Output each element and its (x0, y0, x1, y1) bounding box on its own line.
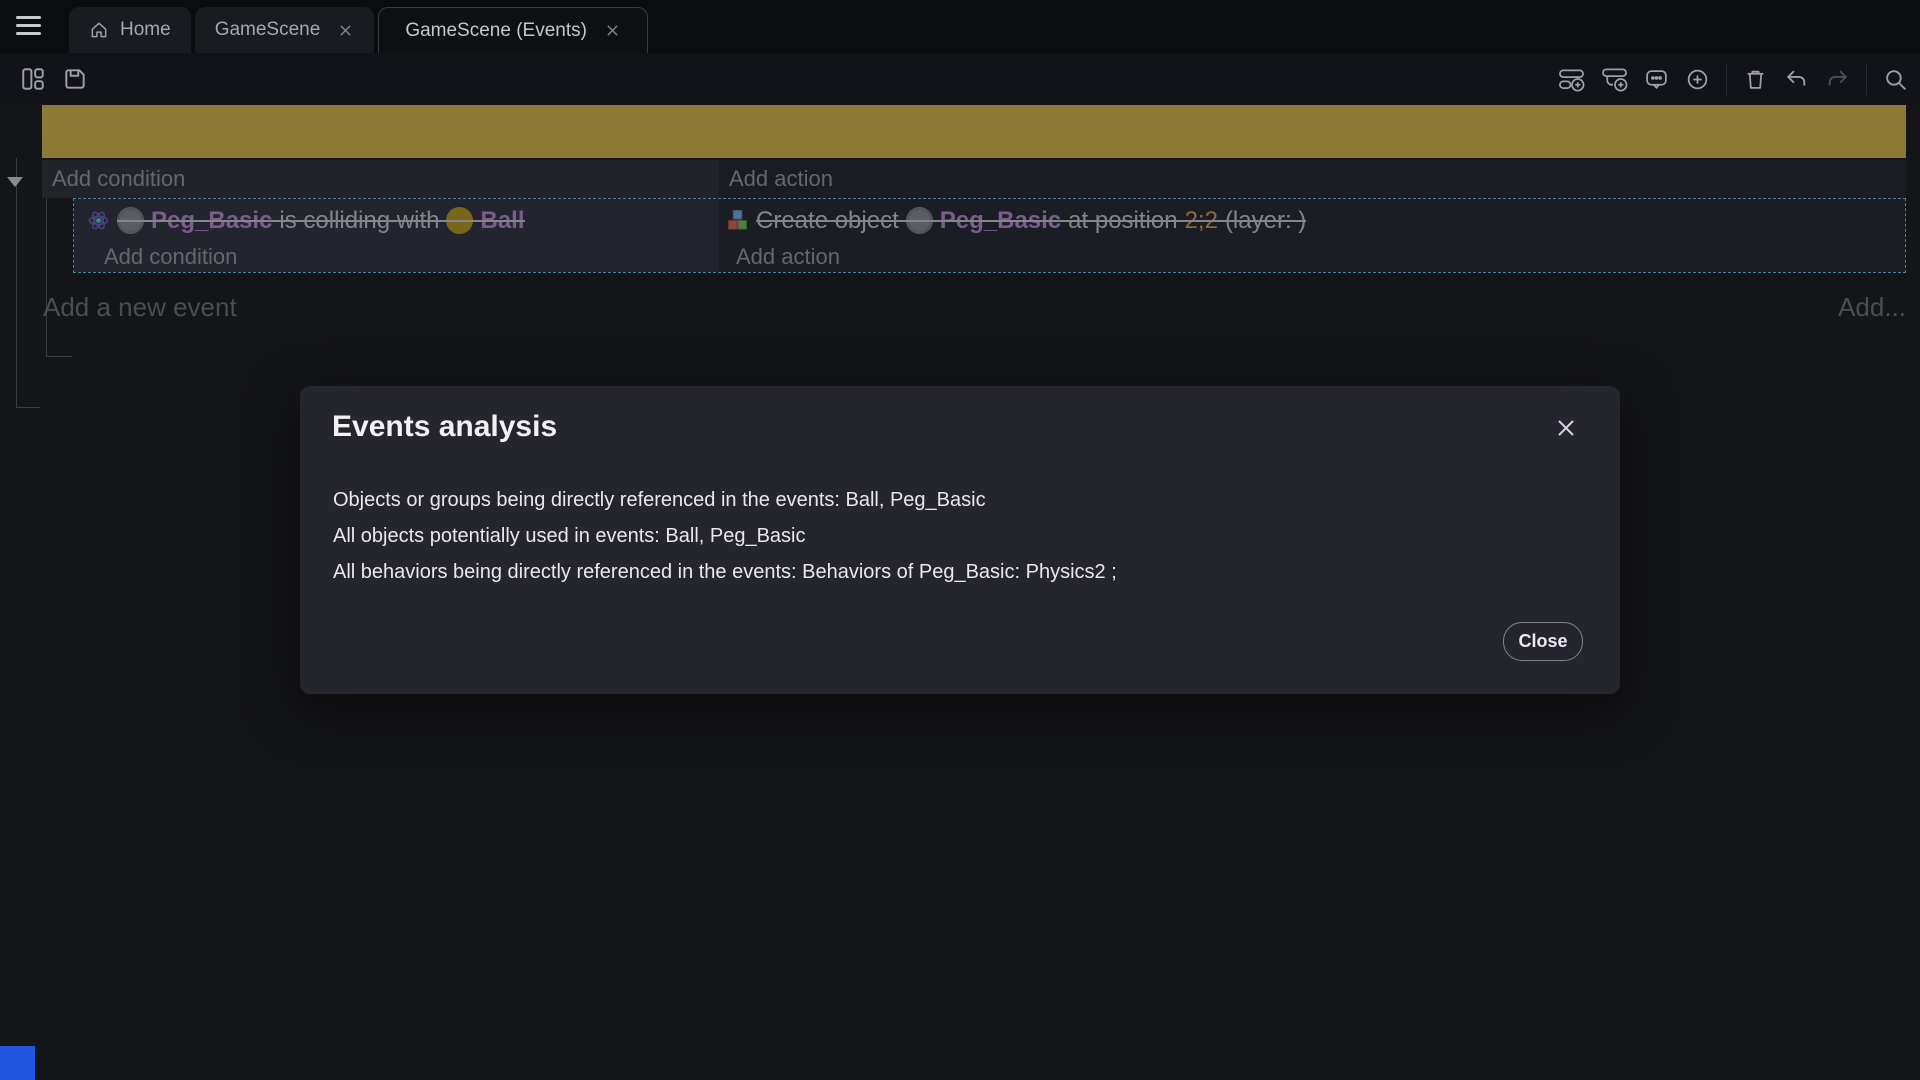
toolbar-left-group (20, 53, 88, 105)
analysis-line: All objects potentially used in events: … (333, 518, 1117, 554)
toolbar-right-group (1558, 53, 1908, 105)
add-event-icon[interactable] (1558, 66, 1585, 93)
subevent-conditions-cell[interactable]: Peg_Basic is colliding with Ball Add con… (74, 199, 719, 272)
toolbar-divider (1726, 63, 1727, 95)
tab-strip: Home GameScene GameScene (Events) (69, 7, 648, 53)
tab-bar: Home GameScene GameScene (Events) (0, 0, 1920, 53)
close-icon[interactable] (337, 22, 354, 39)
selected-subevent[interactable]: Peg_Basic is colliding with Ball Add con… (73, 198, 1906, 273)
subevent-add-condition[interactable]: Add condition (87, 242, 719, 272)
tab-home-label: Home (120, 19, 171, 41)
condition-middle-text: is colliding with (279, 207, 439, 235)
dialog-close-icon[interactable] (1554, 416, 1578, 440)
tab-home[interactable]: Home (69, 7, 191, 53)
tree-guide-line (16, 407, 40, 408)
redo-icon[interactable] (1825, 67, 1850, 92)
add-action-link[interactable]: Add action (719, 160, 1906, 198)
search-icon[interactable] (1883, 67, 1908, 92)
toolbar-divider (1866, 63, 1867, 95)
add-more-link[interactable]: Add... (1838, 292, 1906, 323)
condition-object2: Ball (480, 207, 524, 235)
dialog-title: Events analysis (332, 410, 557, 444)
ball-object-icon (446, 207, 473, 234)
add-subevent-icon[interactable] (1601, 66, 1628, 93)
event-row: Add condition Add action (42, 160, 1906, 198)
events-analysis-dialog: Events analysis Objects or groups being … (300, 386, 1620, 694)
dialog-body: Objects or groups being directly referen… (333, 482, 1117, 590)
action-text-1: Create object (756, 207, 899, 235)
action-text-3: (layer: ) (1225, 207, 1306, 235)
tab-gamescene-events-label: GameScene (Events) (405, 20, 587, 42)
close-icon[interactable] (604, 22, 621, 39)
subevent-actions-cell[interactable]: Create object Peg_Basic at position 2;2 … (719, 199, 1905, 272)
analysis-line: Objects or groups being directly referen… (333, 482, 1117, 518)
delete-icon[interactable] (1743, 67, 1768, 92)
tab-gamescene-label: GameScene (215, 19, 321, 41)
tree-guide-line (16, 158, 17, 408)
add-condition-link[interactable]: Add condition (42, 160, 719, 198)
condition-row[interactable]: Peg_Basic is colliding with Ball (87, 199, 719, 242)
add-circle-icon[interactable] (1685, 67, 1710, 92)
action-text-2: at position (1068, 207, 1177, 235)
peg-basic-object-icon (117, 207, 144, 234)
action-row[interactable]: Create object Peg_Basic at position 2;2 … (726, 199, 1905, 242)
tab-gamescene[interactable]: GameScene (195, 7, 375, 53)
home-icon (89, 20, 109, 40)
subevent-add-action[interactable]: Add action (726, 242, 1905, 272)
add-new-event-link[interactable]: Add a new event (43, 292, 237, 323)
undo-icon[interactable] (1784, 67, 1809, 92)
create-object-icon (726, 209, 749, 232)
tree-guide-line (46, 356, 72, 357)
add-action-link[interactable]: Add action (726, 242, 840, 272)
close-button[interactable]: Close (1503, 622, 1583, 661)
analysis-line: All behaviors being directly referenced … (333, 554, 1117, 590)
save-icon[interactable] (62, 66, 88, 92)
collapse-triangle-icon[interactable] (7, 177, 23, 187)
condition-text: Peg_Basic is colliding with Ball (117, 207, 525, 235)
tab-gamescene-events[interactable]: GameScene (Events) (378, 7, 648, 53)
add-condition-link[interactable]: Add condition (87, 242, 237, 272)
selected-event-row[interactable] (42, 105, 1906, 158)
close-button-label: Close (1518, 631, 1567, 652)
actions-cell[interactable]: Add action (719, 160, 1906, 198)
bottom-left-blue-square (0, 1046, 35, 1080)
layout-panels-icon[interactable] (20, 66, 46, 92)
action-object: Peg_Basic (940, 207, 1061, 235)
conditions-cell[interactable]: Add condition (42, 160, 719, 198)
add-comment-icon[interactable] (1644, 67, 1669, 92)
peg-basic-object-icon (906, 207, 933, 234)
condition-object1: Peg_Basic (151, 207, 272, 235)
action-text: Create object Peg_Basic at position 2;2 … (756, 207, 1306, 235)
physics-behavior-icon (87, 209, 110, 232)
action-coords: 2;2 (1185, 207, 1218, 235)
menu-icon[interactable] (16, 16, 41, 37)
events-toolbar: Preview Publish (0, 53, 1920, 105)
